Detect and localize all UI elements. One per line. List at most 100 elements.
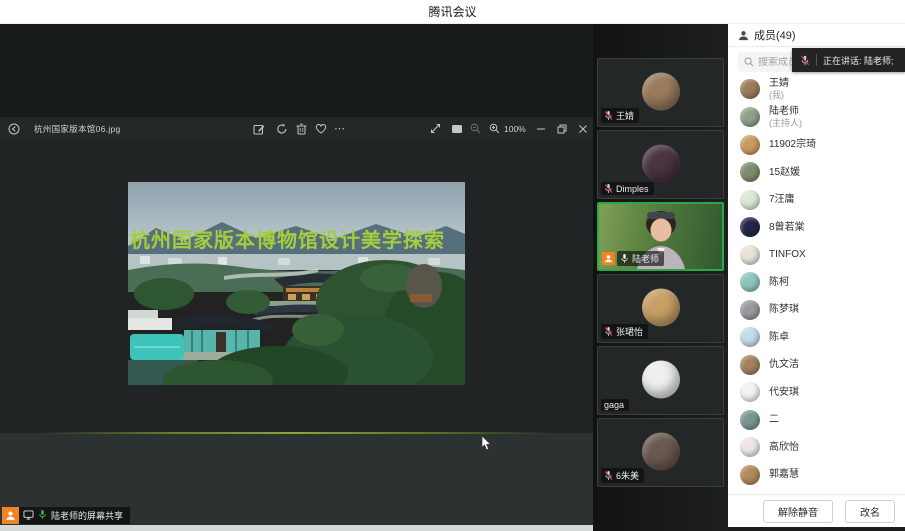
rotate-icon[interactable] (276, 117, 288, 140)
member-name: 仇文洁 (769, 359, 799, 371)
minimize-icon[interactable] (536, 117, 546, 140)
video-thumbnail[interactable]: gaga (597, 346, 724, 415)
member-name: 陈梦琪 (769, 304, 799, 316)
more-options-icon[interactable]: ⋯ (334, 117, 346, 140)
avatar (740, 135, 760, 155)
fullscreen-icon[interactable] (430, 117, 441, 140)
member-list: 王婧(我)陆老师(主持人)11902宗琦15赵媛7汪庸8曾若棠TINFOX陈柯陈… (728, 75, 905, 494)
zoom-in-icon[interactable] (489, 117, 500, 140)
member-row[interactable]: TINFOX (728, 241, 905, 269)
avatar (740, 245, 760, 265)
presenter-icon (2, 507, 19, 524)
members-panel-title: 成员(49) (754, 27, 796, 43)
member-row[interactable]: 8曾若棠 (728, 214, 905, 242)
participant-name: 王婧 (616, 109, 634, 122)
screen-icon (23, 507, 34, 525)
member-row[interactable]: 王婧(我) (728, 75, 905, 103)
member-name: 陈卓 (769, 332, 789, 344)
image-viewer-window: 杭州国家版本馆06.jpg ⋯ (0, 117, 593, 433)
member-role: (主持人) (769, 118, 802, 128)
window-titlebar: 腾讯会议 (0, 0, 905, 24)
avatar (740, 272, 760, 292)
delete-icon[interactable] (296, 117, 307, 140)
close-icon[interactable] (578, 117, 588, 140)
video-thumbnail[interactable]: 王婧 (597, 58, 724, 127)
member-name: 王婧 (769, 78, 789, 90)
member-name: 11902宗琦 (769, 139, 816, 151)
members-panel: 成员(49) 正在讲话: 陆老师; 王婧(我)陆老师(主持人)11902宗琦15… (728, 24, 905, 531)
mic-icon (620, 253, 629, 264)
member-name: 陆老师 (769, 106, 802, 118)
museum-photo-illustration (128, 182, 465, 385)
member-role: (我) (769, 90, 789, 100)
video-thumbnail[interactable]: 陆老师 (597, 202, 724, 271)
taskbar-strip (0, 525, 593, 531)
zoom-level: 100% (504, 117, 526, 140)
video-thumbnail[interactable]: Dimples (597, 130, 724, 199)
favorite-heart-icon[interactable] (315, 117, 327, 140)
member-row[interactable]: 陆老师(主持人) (728, 103, 905, 131)
meeting-window: 腾讯会议 杭州国家版本馆06.jpg (0, 0, 905, 531)
member-row[interactable]: 7汪庸 (728, 186, 905, 214)
member-row[interactable]: 仇文洁 (728, 351, 905, 379)
mouse-cursor (481, 436, 492, 456)
muted-mic-icon (604, 326, 613, 337)
member-row[interactable]: 高欣怡 (728, 434, 905, 462)
member-row[interactable]: 二 (728, 406, 905, 434)
edit-icon[interactable] (253, 117, 265, 140)
mic-active-icon (38, 507, 47, 525)
tooltip-divider (816, 54, 817, 66)
member-row[interactable]: 陈梦琪 (728, 296, 905, 324)
avatar (740, 465, 760, 485)
avatar (740, 327, 760, 347)
photo-title-overlay: 杭州国家版本博物馆设计美学探索 (130, 224, 465, 253)
fit-window-icon[interactable] (451, 117, 463, 140)
avatar (642, 432, 680, 470)
avatar (740, 190, 760, 210)
restore-icon[interactable] (557, 117, 567, 140)
member-name: 高欣怡 (769, 442, 799, 454)
avatar (642, 144, 680, 182)
member-name: 二 (769, 414, 779, 426)
video-thumbnail[interactable]: 6朱美 (597, 418, 724, 487)
member-name: 8曾若棠 (769, 222, 805, 234)
panel-bottom-edge (728, 527, 905, 531)
member-name: 代安琪 (769, 387, 799, 399)
member-row[interactable]: 11902宗琦 (728, 131, 905, 159)
participant-name: 陆老师 (632, 252, 659, 265)
muted-mic-icon (800, 55, 810, 66)
member-row[interactable]: 代安琪 (728, 379, 905, 407)
member-row[interactable]: 陈柯 (728, 269, 905, 297)
screen-share-banner: 陆老师的屏幕共享 (2, 507, 130, 524)
avatar (740, 382, 760, 402)
rename-button[interactable]: 改名 (845, 500, 895, 523)
screen-share-area: 杭州国家版本馆06.jpg ⋯ (0, 24, 593, 531)
viewer-filename: 杭州国家版本馆06.jpg (34, 117, 121, 140)
search-icon (744, 57, 754, 67)
image-viewer-toolbar: 杭州国家版本馆06.jpg ⋯ (0, 117, 593, 140)
speaking-indicator-tooltip: 正在讲话: 陆老师; (792, 48, 905, 72)
avatar (642, 360, 680, 398)
avatar (740, 300, 760, 320)
members-icon (738, 30, 749, 41)
avatar (740, 355, 760, 375)
window-title: 腾讯会议 (428, 3, 476, 20)
muted-mic-icon (604, 470, 613, 481)
member-name: TINFOX (769, 249, 806, 261)
avatar (740, 107, 760, 127)
member-name: 郭嘉慧 (769, 469, 799, 481)
speaking-indicator-text: 正在讲话: 陆老师; (823, 54, 894, 67)
member-row[interactable]: 15赵媛 (728, 159, 905, 187)
members-panel-header: 成员(49) (728, 24, 905, 47)
member-row[interactable]: 陈卓 (728, 324, 905, 352)
unmute-button[interactable]: 解除静音 (763, 500, 833, 523)
thumbnail-strip: 王婧 Dimples 陆老师张珺怡gaga 6朱美 (593, 24, 728, 531)
viewer-back-icon[interactable] (8, 117, 20, 140)
members-panel-footer: 解除静音 改名 (728, 494, 905, 527)
member-row[interactable]: 郭嘉慧 (728, 461, 905, 489)
zoom-out-icon[interactable] (470, 117, 481, 140)
screen-share-label: 陆老师的屏幕共享 (51, 509, 123, 522)
video-thumbnail[interactable]: 张珺怡 (597, 274, 724, 343)
participant-name: 6朱美 (616, 469, 639, 482)
avatar (642, 72, 680, 110)
